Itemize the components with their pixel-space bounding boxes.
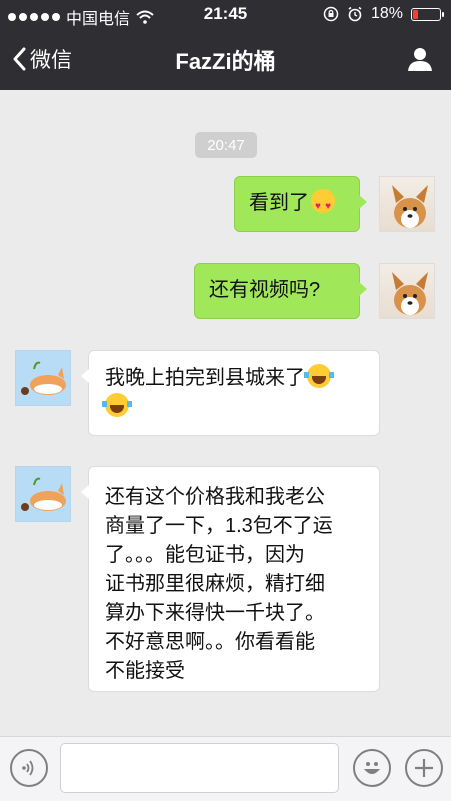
emoji-button[interactable] <box>353 749 391 787</box>
input-bar <box>0 736 451 801</box>
message-line: 证书那里很麻烦，精打细 <box>105 573 325 595</box>
back-button[interactable]: 微信 <box>12 44 72 74</box>
cartoon-corgi-avatar-image <box>21 361 66 395</box>
message-line: 不能接受 <box>105 660 185 682</box>
tears-of-joy-emoji <box>102 393 132 417</box>
message-line: 还有这个价格我和我老公 <box>105 486 325 508</box>
message-line: 不好意思啊。。你看看能 <box>105 631 315 653</box>
corgi-avatar-image <box>392 272 428 315</box>
message-text: 看到了 <box>249 192 309 214</box>
message-bubble-sent[interactable]: 还有视频吗? <box>194 263 367 319</box>
cartoon-corgi-avatar-image <box>21 477 66 511</box>
message-text: 还有视频吗? <box>209 279 321 301</box>
rotation-lock-icon <box>323 6 339 22</box>
status-bar: 中国电信 21:45 18% <box>0 0 451 30</box>
voice-icon <box>22 760 34 776</box>
back-label: 微信 <box>30 49 72 72</box>
emoji-icon <box>364 762 380 774</box>
profile-button[interactable] <box>407 46 433 77</box>
person-icon <box>408 48 432 71</box>
corgi-avatar-image <box>392 185 428 228</box>
chat-area[interactable]: 20:47 看到了 还有视频吗? <box>0 90 451 736</box>
alarm-icon <box>348 6 362 22</box>
battery-fill <box>413 9 419 19</box>
contact-avatar[interactable] <box>15 466 71 522</box>
message-bubble-sent[interactable]: 看到了 <box>234 176 367 232</box>
message-input[interactable] <box>60 743 339 793</box>
message-line: 算办下来得快一千块了。 <box>105 602 325 624</box>
battery-icon <box>411 7 444 21</box>
battery-percent: 18% <box>370 5 403 22</box>
message-bubble-received[interactable]: 我晚上拍完到县城来了 <box>81 350 380 436</box>
message-bubble-received[interactable]: 还有这个价格我和我老公 商量了一下，1.3包不了运 了。。。能包证书，因为 证书… <box>81 466 380 692</box>
contact-avatar[interactable] <box>15 350 71 406</box>
my-avatar[interactable] <box>379 263 435 319</box>
message-line: 了。。。能包证书，因为 <box>105 544 305 566</box>
tears-of-joy-emoji <box>304 364 334 388</box>
message-line: 商量了一下，1.3包不了运 <box>105 515 333 537</box>
my-avatar[interactable] <box>379 176 435 232</box>
voice-button[interactable] <box>10 749 48 787</box>
nav-bar: 微信 FazZi的桶 <box>0 30 451 90</box>
message-timestamp: 20:47 <box>195 132 257 158</box>
more-button[interactable] <box>405 749 443 787</box>
chevron-left-icon <box>13 47 26 71</box>
status-right: 18% <box>323 5 444 23</box>
heart-eyes-emoji <box>311 189 335 221</box>
message-text: 我晚上拍完到县城来了 <box>105 367 305 389</box>
plus-icon <box>415 759 433 777</box>
